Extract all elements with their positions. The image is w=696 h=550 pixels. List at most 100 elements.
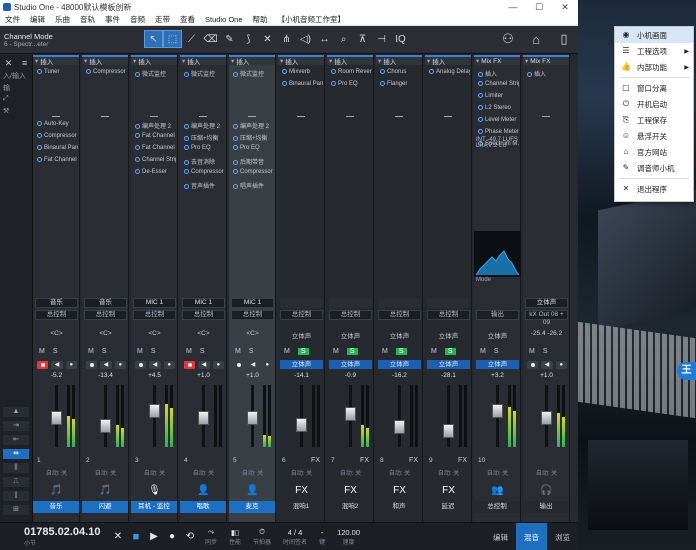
context-menu-item[interactable]: ☺ 悬浮开关 — [615, 128, 693, 144]
plugin-slot[interactable]: Compressor — [84, 68, 127, 79]
mixer-channel[interactable]: ▾ 插入 Tuner Auto-Key Compressor Binaural Pan Fa… — [33, 55, 80, 522]
pan-value[interactable]: <C> — [35, 330, 78, 339]
insert-header[interactable]: ▾ 插入 — [33, 55, 79, 66]
fader-handle[interactable] — [198, 411, 209, 425]
solo-button[interactable]: S — [297, 348, 309, 355]
rewind-icon[interactable]: ✕ — [109, 528, 127, 546]
insert-header[interactable]: ▾ 插入 — [278, 55, 324, 66]
menu-item[interactable]: 音轨 — [75, 14, 100, 25]
insert-slot-area[interactable]: 微式监控 编声处理 2 压缩+均衡 Pro EQ 后期带音 Compressor 唱声插件 — [229, 67, 276, 285]
menu-item[interactable]: 事件 — [100, 14, 125, 25]
meters-icon[interactable]: ⫿ — [3, 491, 29, 501]
output-bus[interactable]: 总控制 — [378, 310, 421, 320]
volume-value[interactable]: +3.2 — [476, 372, 519, 379]
mixer-channel[interactable]: ▾ Mix FX 插入 立体声 kX Out 08 + 09 -25.4 -26.2 M S … — [523, 55, 570, 522]
send-power-icon[interactable] — [184, 136, 189, 141]
send-slot[interactable]: Auto-Key — [35, 120, 78, 131]
insert-toggle-icon[interactable]: ▾ — [35, 57, 38, 65]
insert-toggle-icon[interactable]: ▾ — [231, 57, 234, 65]
pan-value[interactable]: 立体声 — [378, 330, 421, 340]
output-bus[interactable]: 总控制 — [231, 310, 274, 320]
context-menu-item[interactable]: ✎ 调音师小机 — [615, 160, 693, 176]
io-icon[interactable]: ⎍ — [3, 477, 29, 487]
pencil-tool-icon[interactable]: ✎ — [220, 30, 239, 48]
insert-toggle-icon[interactable]: ▾ — [133, 57, 136, 65]
range-tool-icon[interactable]: ⬚ — [163, 30, 182, 48]
volume-value[interactable]: +1.0 — [182, 372, 225, 379]
mixer-channel[interactable]: ▾ 插入 Analog Delay 总控制 立体声 M S 立体声 -28.1 9 FX 自动: 关 F… — [425, 55, 472, 522]
monitor-button[interactable]: ◀ — [198, 360, 210, 369]
mute-button[interactable]: M — [480, 348, 486, 355]
automation-mode[interactable]: 自动: 关 — [378, 468, 421, 477]
mute-button[interactable]: M — [137, 348, 143, 355]
insert-slot-area[interactable]: Compressor — [82, 67, 129, 285]
insert-toggle-icon[interactable]: ▾ — [378, 57, 381, 65]
menu-item[interactable]: 【小机音频工作室】 — [273, 14, 351, 25]
insert-slot-area[interactable]: Chorus Flanger — [376, 67, 423, 285]
insert-toggle-icon[interactable]: ▾ — [182, 57, 185, 65]
plugin-power-icon[interactable] — [478, 81, 483, 86]
send-power-icon[interactable] — [233, 184, 238, 189]
plugin-power-icon[interactable] — [135, 72, 140, 77]
send-slot[interactable]: Compressor — [231, 168, 274, 179]
bend-marker-icon[interactable]: ⋔ — [277, 30, 296, 48]
solo-button[interactable]: S — [249, 348, 254, 355]
insert-header[interactable]: ▾ 插入 — [327, 55, 373, 66]
solo-button[interactable]: S — [53, 348, 58, 355]
bend-tool-icon[interactable]: ⟆ — [239, 30, 258, 48]
channel-label[interactable]: 混响1 — [278, 501, 324, 513]
doc-icon[interactable]: ▯ — [550, 30, 578, 48]
signature-group[interactable]: 4 / 4 时间签名 — [283, 528, 307, 546]
fader-handle[interactable] — [492, 404, 503, 418]
mute-button[interactable]: M — [431, 348, 437, 355]
context-menu-item[interactable]: ⎘ 工程保存 — [615, 112, 693, 128]
channel-name[interactable] — [280, 298, 323, 308]
plugin-power-icon[interactable] — [478, 72, 483, 77]
record-arm-button[interactable] — [184, 360, 196, 369]
plugin-power-icon[interactable] — [233, 72, 238, 77]
pan-value[interactable]: 立体声 — [280, 330, 323, 340]
input-monitor-button[interactable]: ● — [163, 360, 175, 369]
insert-toggle-icon[interactable]: ▾ — [476, 57, 479, 65]
narrow-strip-icon[interactable]: ⇥ — [3, 421, 29, 431]
plugin-slot[interactable]: 微式监控 — [133, 68, 176, 79]
channel-label[interactable]: 耳机 - 监控 — [131, 501, 177, 513]
pan-value[interactable]: 立体声 — [329, 330, 372, 340]
mute-button[interactable]: M — [382, 348, 388, 355]
context-menu-item[interactable]: ☰ 工程选项 ▶ — [615, 43, 693, 59]
send-slot[interactable]: 去音消除 — [182, 156, 225, 167]
close-button[interactable]: ✕ — [552, 2, 578, 13]
stop-icon[interactable]: ■ — [127, 528, 145, 546]
plugin-power-icon[interactable] — [478, 93, 483, 98]
send-power-icon[interactable] — [233, 136, 238, 141]
tab-edit[interactable]: 编辑 — [485, 523, 516, 550]
channel-label[interactable]: 麦克 — [229, 501, 275, 513]
mute-button[interactable]: M — [186, 348, 192, 355]
send-slot[interactable]: Compressor — [182, 168, 225, 179]
sends-icon[interactable]: ⊞ — [3, 505, 29, 515]
send-slot[interactable]: 编声处理 2 — [231, 120, 274, 131]
plugin-slot[interactable]: Analog Delay — [427, 68, 470, 79]
input-label[interactable]: 入/输入 — [0, 71, 32, 83]
menu-item[interactable]: 帮助 — [248, 14, 273, 25]
insert-header[interactable]: ▾ 插入 — [131, 55, 177, 66]
volume-value[interactable]: -16.2 — [378, 372, 421, 379]
pan-value[interactable]: <C> — [182, 330, 225, 339]
channel-name[interactable] — [427, 298, 470, 308]
insert-header[interactable]: ▾ 插入 — [376, 55, 422, 66]
send-power-icon[interactable] — [233, 145, 238, 150]
send-slot[interactable]: Pro EQ — [231, 144, 274, 155]
channel-name[interactable] — [476, 298, 519, 308]
split-at-cursor-icon[interactable]: ↔ — [315, 30, 334, 48]
channel-name[interactable]: 立体声 — [525, 298, 568, 308]
send-power-icon[interactable] — [135, 169, 140, 174]
fader-handle[interactable] — [51, 411, 62, 425]
fader-handle[interactable] — [541, 411, 552, 425]
output-bus[interactable]: 总控制 — [182, 310, 225, 320]
floating-badge[interactable]: 王 — [677, 362, 696, 380]
pan-value[interactable]: 立体声 — [427, 330, 470, 340]
insert-toggle-icon[interactable]: ▾ — [329, 57, 332, 65]
send-power-icon[interactable] — [37, 157, 42, 162]
plugin-slot[interactable]: L2 Stereo — [476, 104, 519, 115]
context-menu-item[interactable]: ⌂ 官方网站 — [615, 144, 693, 160]
